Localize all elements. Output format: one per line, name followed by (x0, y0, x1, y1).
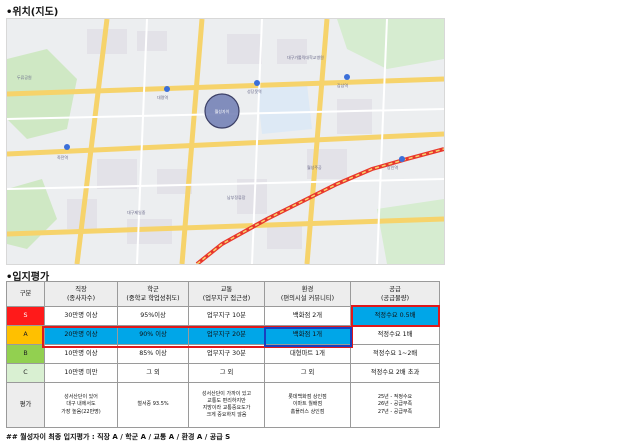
table-cell: 업무지구 30분 (188, 344, 265, 364)
svg-text:대명역: 대명역 (157, 94, 168, 100)
table-cell: 85% 이상 (117, 344, 189, 364)
table-header-row: 구분 직장 (종사자수) 학군 (중학교 학업성취도) 교통 (업무지구 접근성) 환… (6, 281, 440, 307)
evaluation-table: 구분 직장 (종사자수) 학군 (중학교 학업성취도) 교통 (업무지구 접근성) 환… (6, 281, 440, 428)
header-cell: 공급 (공급물량) (350, 281, 440, 307)
table-cell: 적정수요 1배 (350, 325, 440, 345)
header-cell: 교통 (업무지구 접근성) (188, 281, 265, 307)
svg-text:대구제일중: 대구제일중 (127, 209, 146, 215)
table-cell: 30만명 이상 (44, 306, 118, 326)
location-section-title: •위치(지도) (6, 3, 58, 18)
evaluation-cell: 성서산단이 가까이 있고 교통도 편리하지만 지방이라 교통중요도가 크게 중요하지 … (188, 382, 265, 428)
evaluation-label: 평가 (6, 382, 45, 428)
header-cell: 학군 (중학교 학업성취도) (117, 281, 189, 307)
evaluation-cell: 철서중 93.5% (117, 382, 189, 428)
grade-cell: S (6, 306, 45, 326)
header-cell: 직장 (종사자수) (44, 281, 118, 307)
evaluation-row: 평가 성서산단이 있어 대구 내에서도 가장 높음(22만명) 철서중 93.5% … (6, 382, 440, 428)
grade-cell: B (6, 344, 45, 364)
table-cell: 10만명 이상 (44, 344, 118, 364)
location-map[interactable]: 두류공원 대구가톨릭대학교병원 대명역 성당못역 감삼역 죽전역 월성주공 대구… (6, 18, 445, 265)
svg-text:죽전역: 죽전역 (57, 154, 68, 160)
table-cell: 적정수요 1~2배 (350, 344, 440, 364)
table-cell: 그 외 (264, 363, 351, 383)
table-cell-highlighted: 업무지구 20분 (188, 325, 265, 345)
svg-text:대구가톨릭대학교병원: 대구가톨릭대학교병원 (287, 54, 324, 60)
marker-label: 월성자이 (215, 108, 230, 114)
table-row: S 30만명 이상 95%이상 업무지구 10분 백화점 2개 적정수요 0.5… (6, 306, 440, 326)
table-cell: 백화점 2개 (264, 306, 351, 326)
svg-text:상인역: 상인역 (387, 164, 398, 170)
table-cell: 그 외 (117, 363, 189, 383)
map-canvas: 두류공원 대구가톨릭대학교병원 대명역 성당못역 감삼역 죽전역 월성주공 대구… (7, 19, 444, 264)
table-cell: 그 외 (188, 363, 265, 383)
final-evaluation-summary: ## 월성자이 최종 입지평가 : 직장 A / 학군 A / 교통 A / 환… (6, 433, 231, 441)
table-row: B 10만명 이상 85% 이상 업무지구 30분 대형마트 1개 적정수요 1… (6, 344, 440, 364)
table-cell: 적정수요 2배 초과 (350, 363, 440, 383)
header-cell: 환경 (편의시설 커뮤니티) (264, 281, 351, 307)
table-cell: 10만명 미만 (44, 363, 118, 383)
table-cell-highlighted: 적정수요 0.5배 (350, 306, 440, 326)
evaluation-cell: 성서산단이 있어 대구 내에서도 가장 높음(22만명) (44, 382, 118, 428)
table-row: C 10만명 미만 그 외 그 외 그 외 적정수요 2배 초과 (6, 363, 440, 383)
svg-text:남부정류장: 남부정류장 (227, 194, 246, 200)
table-cell-highlighted: 20만명 이상 (44, 325, 118, 345)
grade-cell: A (6, 325, 45, 345)
title-text: 위치(지도) (12, 7, 59, 18)
table-cell-highlighted: 90% 이상 (117, 325, 189, 345)
svg-text:두류공원: 두류공원 (17, 74, 32, 80)
table-cell: 95%이상 (117, 306, 189, 326)
header-cell: 구분 (6, 281, 45, 307)
table-cell-highlighted: 백화점 1개 (264, 325, 351, 345)
svg-text:감삼역: 감삼역 (337, 82, 348, 88)
svg-text:성당못역: 성당못역 (247, 88, 262, 94)
table-cell: 업무지구 10분 (188, 306, 265, 326)
table-row: A 20만명 이상 90% 이상 업무지구 20분 백화점 1개 적정수요 1배 (6, 325, 440, 345)
table-cell: 대형마트 1개 (264, 344, 351, 364)
evaluation-cell: 25년 - 적정수요 26년 - 공급부족 27년 - 공급부족 (350, 382, 440, 428)
evaluation-cell: 롯데백화점 상인점 이마트 월배점 홈플러스 상인점 (264, 382, 351, 428)
svg-text:월성주공: 월성주공 (307, 164, 322, 170)
grade-cell: C (6, 363, 45, 383)
